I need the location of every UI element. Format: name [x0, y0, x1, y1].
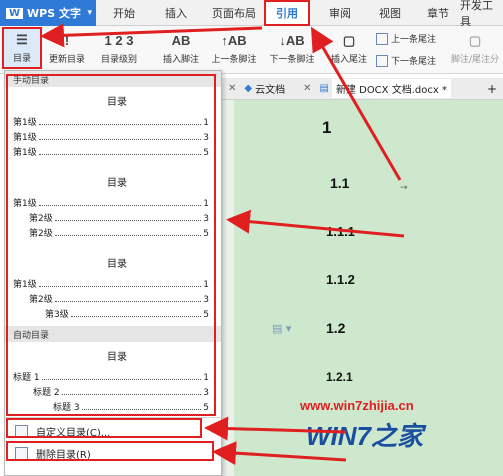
prev-endnote-label: 上一条尾注 — [391, 35, 437, 45]
app-menu-button[interactable]: W WPS 文字 ▾ — [0, 0, 96, 26]
footnote-separator-button[interactable]: ▢ 脚注/尾注分 — [448, 30, 502, 65]
next-footnote-icon: ↓AB — [279, 33, 305, 48]
app-name: WPS 文字 — [27, 7, 81, 20]
tab-cloud-docs[interactable]: 云文档 — [255, 81, 285, 96]
insert-endnote-button[interactable]: ▢ 插入尾注 — [324, 30, 374, 65]
toc-styles-highlight — [6, 74, 216, 416]
menu-page-layout[interactable]: 页面布局 — [206, 0, 262, 26]
close-icon[interactable]: ✕ — [303, 83, 311, 94]
next-footnote-label: 下一条脚注 — [269, 55, 315, 65]
heading-1-1-1: 1.1.1 — [326, 224, 355, 239]
page-icon[interactable]: ▤ ▾ — [272, 322, 291, 335]
doc-icon: ▤ — [319, 83, 329, 94]
next-footnote-button[interactable]: ↓AB 下一条脚注 — [264, 30, 320, 65]
title-bar: W WPS 文字 ▾ 开始 插入 页面布局 引用 审阅 视图 章节 开发工具 — [0, 0, 503, 28]
menu-view[interactable]: 视图 — [370, 0, 410, 26]
chevron-down-icon: ▾ — [87, 8, 92, 18]
prev-footnote-button[interactable]: ↑AB 上一条脚注 — [206, 30, 262, 65]
toc-button-label: 目录 — [12, 54, 31, 64]
toc-icon: ☰ — [16, 32, 28, 47]
level-icon: 1 2 3 — [104, 33, 134, 48]
tab-document[interactable]: 新建 DOCX 文档.docx * — [331, 79, 451, 98]
footnote-separator-label: 脚注/尾注分 — [450, 55, 500, 65]
prev-endnote-button[interactable]: 上一条尾注 — [376, 32, 436, 45]
prev-footnote-icon: ↑AB — [221, 33, 247, 48]
tab-mark: → — [400, 183, 408, 193]
heading-1-1: 1.1 — [330, 175, 350, 191]
watermark-brand: WIN7之家 — [306, 421, 424, 451]
heading-1-2-1: 1.2.1 — [326, 370, 353, 384]
next-endnote-icon — [376, 54, 388, 67]
cloud-doc-icon: ◆ — [244, 83, 253, 94]
toc-level-label: 目录级别 — [100, 55, 137, 65]
update-toc-label: 更新目录 — [48, 55, 85, 65]
next-endnote-button[interactable]: 下一条尾注 — [376, 54, 436, 67]
toc-level-button[interactable]: 1 2 3 目录级别 — [92, 30, 146, 65]
delete-toc-highlight — [6, 441, 214, 461]
custom-toc-highlight — [6, 418, 202, 438]
insert-endnote-label: 插入尾注 — [330, 55, 367, 65]
menu-chapter[interactable]: 章节 — [418, 0, 458, 26]
menu-start[interactable]: 开始 — [104, 0, 144, 26]
heading-1: 1 — [322, 118, 332, 137]
refresh-icon: ! — [64, 33, 70, 48]
update-toc-button[interactable]: ! 更新目录 — [44, 30, 90, 65]
toc-button[interactable]: ☰ 目录 — [4, 29, 40, 64]
next-endnote-label: 下一条尾注 — [391, 57, 437, 67]
add-tab-button[interactable]: + — [487, 82, 497, 96]
heading-1-2: 1.2 — [326, 320, 346, 336]
menu-review[interactable]: 审阅 — [320, 0, 360, 26]
insert-footnote-label: 插入脚注 — [162, 55, 199, 65]
wps-logo-icon: W — [6, 7, 24, 19]
heading-1-1-2: 1.1.2 — [326, 272, 355, 287]
tab-bar: ✕ ◆ 云文档 ✕ ▤ 新建 DOCX 文档.docx * + — [222, 78, 503, 100]
prev-footnote-label: 上一条脚注 — [211, 55, 257, 65]
menu-references[interactable]: 引用 — [264, 0, 310, 26]
watermark-url: www.win7zhijia.cn — [300, 398, 414, 413]
endnote-icon: ▢ — [342, 33, 356, 48]
menu-developer[interactable]: 开发工具 — [460, 0, 503, 28]
separator-icon: ▢ — [468, 33, 482, 48]
close-icon[interactable]: ✕ — [228, 83, 236, 94]
menu-insert[interactable]: 插入 — [156, 0, 196, 26]
insert-footnote-button[interactable]: AB 插入脚注 — [156, 30, 206, 65]
document-margin — [222, 100, 234, 476]
prev-endnote-icon — [376, 32, 388, 45]
footnote-icon: AB — [171, 33, 191, 48]
